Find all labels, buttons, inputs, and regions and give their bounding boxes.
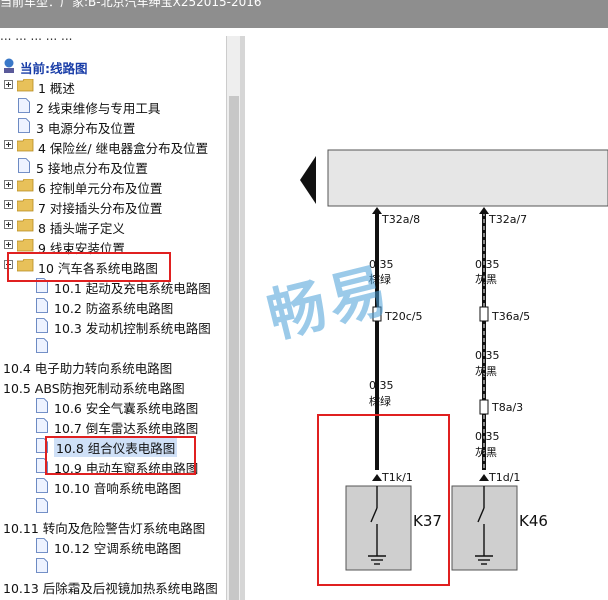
tree-item-label: 7 对接插头分布及位置 bbox=[38, 201, 163, 216]
tree-item[interactable]: 4 保险丝/ 继电器盒分布及位置 bbox=[0, 136, 240, 156]
window-title-bar: 当前车型：厂家:B-北京汽车绅宝X252015-2016 bbox=[0, 0, 608, 28]
tree-item-label: 10.6 安全气囊系统电路图 bbox=[54, 401, 199, 416]
tree-item[interactable]: 10.5 ABS防抱死制动系统电路图 bbox=[0, 376, 240, 396]
document-icon bbox=[36, 338, 48, 353]
right-size-1: 0.35 bbox=[475, 258, 500, 271]
right-color-3: 灰黑 bbox=[475, 446, 497, 459]
connector-t8a3 bbox=[479, 399, 489, 415]
component-k37-label: K37 bbox=[413, 512, 442, 530]
right-size-3: 0.35 bbox=[475, 430, 500, 443]
tree-item-label: 4 保险丝/ 继电器盒分布及位置 bbox=[38, 141, 209, 156]
tree-scrollbar[interactable] bbox=[226, 36, 241, 600]
component-k46-label: K46 bbox=[519, 512, 548, 530]
expand-toggle-icon[interactable] bbox=[4, 140, 13, 149]
document-icon bbox=[36, 298, 48, 313]
document-icon bbox=[36, 498, 48, 513]
right-color-1: 灰黑 bbox=[475, 273, 497, 286]
document-icon bbox=[18, 98, 30, 113]
tree-item[interactable]: 10.13 后除霜及后视镜加热系统电路图 bbox=[0, 576, 240, 596]
document-icon bbox=[36, 418, 48, 433]
scrollbar-thumb[interactable] bbox=[229, 96, 239, 600]
tree-item-label: 10.10 音响系统电路图 bbox=[54, 481, 182, 496]
document-icon bbox=[36, 318, 48, 333]
tree-item-label: 10.2 防盗系统电路图 bbox=[54, 301, 174, 316]
tree-partial-item: ... ... ... ... ... bbox=[0, 36, 73, 43]
document-icon bbox=[18, 158, 30, 173]
tree-item-label: 10.7 倒车雷达系统电路图 bbox=[54, 421, 199, 436]
network-icon bbox=[4, 58, 14, 73]
tree-item-label: 10.5 ABS防抱死制动系统电路图 bbox=[3, 381, 185, 396]
tree-item[interactable]: 6 控制单元分布及位置 bbox=[0, 176, 240, 196]
expand-toggle-icon[interactable] bbox=[4, 220, 13, 229]
highlight-box-section-10 bbox=[7, 252, 171, 282]
tree-item-label: 10.12 空调系统电路图 bbox=[54, 541, 182, 556]
right-bottom-pin: T1d/1 bbox=[489, 471, 521, 484]
tree-item-label: 3 电源分布及位置 bbox=[36, 121, 136, 136]
tree-item[interactable]: 10.2 防盗系统电路图 bbox=[0, 296, 240, 316]
tree-item[interactable]: 8 插头端子定义 bbox=[0, 216, 240, 236]
expand-toggle-icon[interactable] bbox=[4, 240, 13, 249]
tree-item[interactable] bbox=[0, 336, 240, 356]
expand-toggle-icon[interactable] bbox=[4, 80, 13, 89]
left-top-pin: T32a/8 bbox=[382, 213, 421, 226]
tree-item[interactable]: 10.4 电子助力转向系统电路图 bbox=[0, 356, 240, 376]
right-connector-1: T36a/5 bbox=[492, 310, 531, 323]
expand-toggle-icon[interactable] bbox=[4, 180, 13, 189]
tree-item[interactable]: 1 概述 bbox=[0, 76, 240, 96]
control-module-box bbox=[327, 149, 608, 207]
tree-item-label: 2 线束维修与专用工具 bbox=[36, 101, 161, 116]
tree-item-label: 6 控制单元分布及位置 bbox=[38, 181, 163, 196]
tree-item[interactable]: 10.6 安全气囊系统电路图 bbox=[0, 396, 240, 416]
page-back-arrow-icon bbox=[300, 156, 316, 204]
component-k37-box bbox=[345, 485, 412, 571]
tree-item[interactable]: 10.12 空调系统电路图 bbox=[0, 536, 240, 556]
right-size-2: 0.35 bbox=[475, 349, 500, 362]
tree-item[interactable]: 10.11 转向及危险警告灯系统电路图 bbox=[0, 516, 240, 536]
tree-item-label: 10.4 电子助力转向系统电路图 bbox=[3, 361, 173, 376]
expand-toggle-icon[interactable] bbox=[4, 200, 13, 209]
tree-root[interactable]: 当前:线路图 bbox=[0, 56, 240, 76]
left-size-2: 0.35 bbox=[369, 379, 394, 392]
tree-item[interactable] bbox=[0, 556, 240, 576]
tree-root-label: 当前:线路图 bbox=[20, 61, 88, 76]
tree-item[interactable]: 10.10 音响系统电路图 bbox=[0, 476, 240, 496]
tree-item[interactable] bbox=[0, 496, 240, 516]
left-bottom-pin: T1k/1 bbox=[382, 471, 413, 484]
connector-t36a5 bbox=[479, 306, 489, 322]
window-title: 当前车型：厂家:B-北京汽车绅宝X252015-2016 bbox=[0, 0, 262, 9]
right-top-pin: T32a/7 bbox=[489, 213, 528, 226]
right-color-2: 灰黑 bbox=[475, 365, 497, 378]
folder-icon bbox=[17, 139, 34, 152]
folder-icon bbox=[17, 79, 34, 92]
document-icon bbox=[18, 118, 30, 133]
folder-icon bbox=[17, 199, 34, 212]
tree-item-label: 8 插头端子定义 bbox=[38, 221, 125, 236]
tree-item[interactable]: 5 接地点分布及位置 bbox=[0, 156, 240, 176]
tree-item[interactable]: 10.7 倒车雷达系统电路图 bbox=[0, 416, 240, 436]
tree-item[interactable]: 2 线束维修与专用工具 bbox=[0, 96, 240, 116]
folder-icon bbox=[17, 239, 34, 252]
document-icon bbox=[36, 558, 48, 573]
tree-item[interactable]: 10.3 发动机控制系统电路图 bbox=[0, 316, 240, 336]
navigation-tree[interactable]: ... ... ... ... ... 当前:线路图 1 概述 2 线束维修与专用… bbox=[0, 36, 243, 600]
tree-item-label: 10.11 转向及危险警告灯系统电路图 bbox=[3, 521, 206, 536]
document-icon bbox=[36, 398, 48, 413]
document-icon bbox=[36, 478, 48, 493]
tree-item[interactable]: 3 电源分布及位置 bbox=[0, 116, 240, 136]
tree-item-label: 10.13 后除霜及后视镜加热系统电路图 bbox=[3, 581, 218, 596]
right-connector-2: T8a/3 bbox=[492, 401, 524, 414]
tree-item[interactable]: 7 对接插头分布及位置 bbox=[0, 196, 240, 216]
tree-item-label: 1 概述 bbox=[38, 81, 75, 96]
folder-icon bbox=[17, 179, 34, 192]
left-color-2: 棕绿 bbox=[369, 395, 391, 408]
folder-icon bbox=[17, 219, 34, 232]
tree-item-label: 10.3 发动机控制系统电路图 bbox=[54, 321, 211, 336]
tree-item-label: 5 接地点分布及位置 bbox=[36, 161, 148, 176]
highlight-box-section-10-8 bbox=[45, 436, 196, 475]
document-icon bbox=[36, 538, 48, 553]
